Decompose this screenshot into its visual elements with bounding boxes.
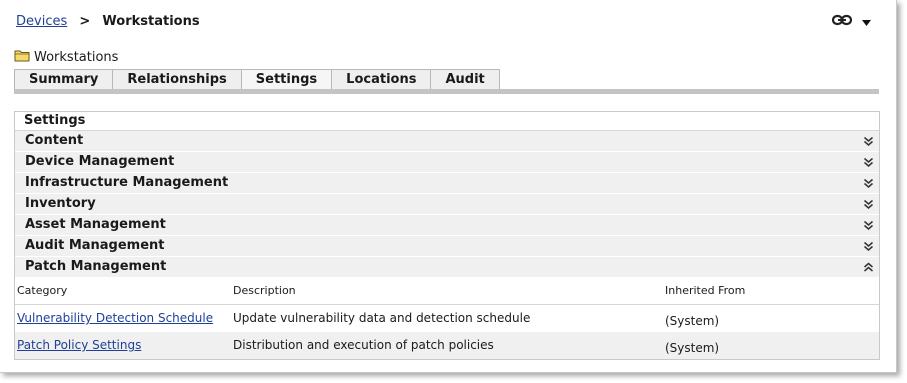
section-asset-management[interactable]: Asset Management [15, 215, 879, 236]
section-label: Audit Management [25, 238, 165, 253]
tab-settings[interactable]: Settings [241, 69, 333, 90]
column-header-inherited: Inherited From [665, 284, 746, 297]
top-actions [831, 14, 871, 30]
double-chevron-down-icon[interactable] [861, 131, 875, 151]
tab-summary[interactable]: Summary [14, 69, 114, 90]
double-chevron-down-icon[interactable] [861, 236, 875, 256]
section-label: Inventory [25, 196, 96, 211]
category-cell: Patch Policy Settings [15, 332, 233, 359]
section-label: Asset Management [25, 217, 166, 232]
tab-underline [14, 89, 879, 94]
folder-icon [14, 49, 30, 66]
settings-panel: Settings Content Device Management Infra… [14, 111, 880, 360]
section-label: Device Management [25, 154, 175, 169]
page-frame: Devices > Workstations Workstations Summ… [0, 0, 897, 373]
column-header-description: Description [233, 284, 296, 297]
double-chevron-down-icon[interactable] [861, 215, 875, 235]
description-cell: Update vulnerability data and detection … [233, 311, 531, 325]
table-row: Vulnerability Detection Schedule Update … [15, 305, 879, 332]
double-chevron-down-icon[interactable] [861, 173, 875, 193]
chain-link-icon[interactable] [831, 14, 853, 30]
breadcrumb-devices-link[interactable]: Devices [16, 14, 67, 29]
section-inventory[interactable]: Inventory [15, 194, 879, 215]
caret-down-icon[interactable] [862, 15, 871, 30]
category-cell: Vulnerability Detection Schedule [15, 305, 233, 332]
inherited-cell: (System) [665, 314, 720, 328]
tab-locations[interactable]: Locations [332, 69, 432, 90]
folder-title: Workstations [14, 49, 118, 66]
breadcrumb-separator: > [79, 14, 91, 29]
section-label: Infrastructure Management [25, 175, 229, 190]
section-infrastructure-management[interactable]: Infrastructure Management [15, 173, 879, 194]
vulnerability-detection-schedule-link[interactable]: Vulnerability Detection Schedule [17, 311, 213, 325]
breadcrumb-current: Workstations [102, 14, 200, 29]
double-chevron-up-icon[interactable] [861, 257, 875, 277]
section-label: Patch Management [25, 259, 167, 274]
tab-relationships[interactable]: Relationships [113, 69, 242, 90]
settings-panel-title: Settings [15, 112, 879, 131]
section-patch-management[interactable]: Patch Management [15, 257, 879, 278]
inherited-cell: (System) [665, 341, 720, 355]
column-header-category: Category [17, 284, 68, 297]
tab-audit[interactable]: Audit [431, 69, 500, 90]
patch-policy-settings-link[interactable]: Patch Policy Settings [17, 338, 141, 352]
breadcrumb: Devices > Workstations [16, 14, 200, 29]
section-content[interactable]: Content [15, 131, 879, 152]
folder-name: Workstations [34, 50, 119, 65]
patch-table-header: Category Description Inherited From [15, 278, 879, 305]
section-device-management[interactable]: Device Management [15, 152, 879, 173]
description-cell: Distribution and execution of patch poli… [233, 338, 494, 352]
section-label: Content [25, 133, 84, 148]
section-audit-management[interactable]: Audit Management [15, 236, 879, 257]
table-row: Patch Policy Settings Distribution and e… [15, 332, 879, 359]
tab-bar: Summary Relationships Settings Locations… [14, 69, 500, 90]
double-chevron-down-icon[interactable] [861, 194, 875, 214]
double-chevron-down-icon[interactable] [861, 152, 875, 172]
